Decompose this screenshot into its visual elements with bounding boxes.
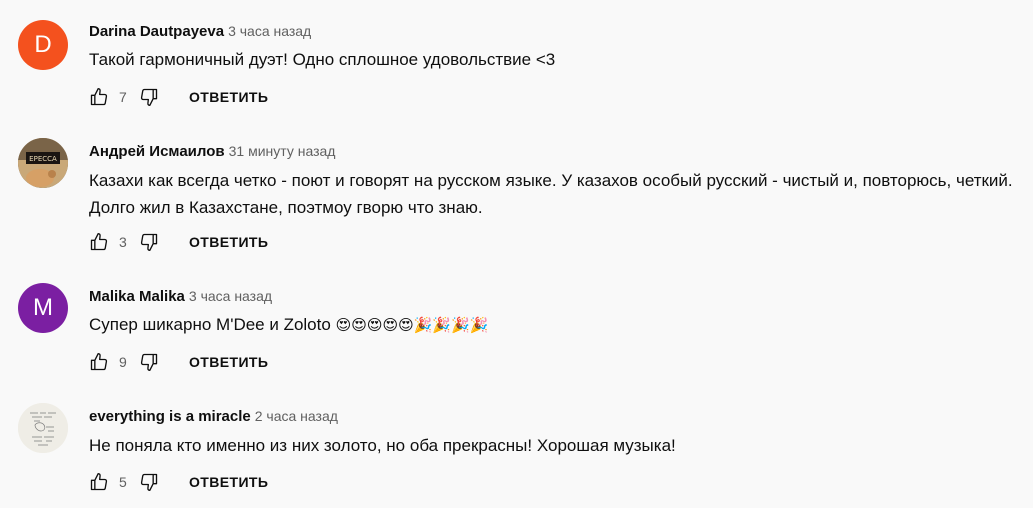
comment-author[interactable]: Malika Malika (89, 288, 185, 305)
comment-text: Такой гармоничный дуэт! Одно сплошное уд… (89, 50, 556, 69)
comment-actions: 3 ОТВЕТИТЬ (89, 231, 268, 253)
thumbs-up-icon[interactable] (89, 87, 109, 107)
avatar[interactable]: M (18, 283, 68, 333)
avatar-photo-label: ЕРЕССА (29, 155, 57, 163)
reply-button[interactable]: ОТВЕТИТЬ (189, 89, 268, 105)
comment-text-body: Супер шикарно M'Dee и Zoloto (89, 315, 331, 334)
thumbs-down-icon[interactable] (139, 472, 159, 492)
thumbs-up-icon[interactable] (89, 472, 109, 492)
comment-actions: 9 ОТВЕТИТЬ (89, 351, 268, 373)
comment-emojis: 😍😍😍😍😍🎉🎉🎉🎉 (335, 316, 489, 334)
comment-time[interactable]: 31 минуту назад (229, 143, 336, 159)
like-count: 9 (119, 354, 127, 370)
avatar-sketch (18, 403, 68, 453)
comment-author[interactable]: Андрей Исмаилов (89, 143, 225, 160)
thumbs-down-icon[interactable] (139, 232, 159, 252)
reply-button[interactable]: ОТВЕТИТЬ (189, 474, 268, 490)
avatar-letter: D (34, 31, 52, 58)
avatar-letter: M (33, 294, 53, 321)
comment-time[interactable]: 3 часа назад (228, 23, 311, 39)
comment-header: Malika Malika 3 часа назад (89, 286, 272, 306)
comment-author[interactable]: everything is a miracle (89, 408, 251, 425)
thumbs-up-icon[interactable] (89, 232, 109, 252)
comment-author[interactable]: Darina Dautpayeva (89, 23, 224, 40)
comment-actions: 5 ОТВЕТИТЬ (89, 471, 268, 493)
comment-time[interactable]: 3 часа назад (189, 288, 272, 304)
comment-text: Казахи как всегда четко - поют и говорят… (89, 171, 1013, 217)
avatar[interactable]: D (18, 20, 68, 70)
comment-text: Супер шикарно M'Dee и Zoloto 😍😍😍😍😍🎉🎉🎉🎉 (89, 311, 1019, 339)
comment-header: Андрей Исмаилов 31 минуту назад (89, 141, 335, 161)
thumbs-up-icon[interactable] (89, 352, 109, 372)
avatar[interactable] (18, 403, 68, 453)
comment-header: everything is a miracle 2 часа назад (89, 406, 338, 426)
comment-actions: 7 ОТВЕТИТЬ (89, 86, 268, 108)
like-count: 3 (119, 234, 127, 250)
like-count: 7 (119, 89, 127, 105)
avatar[interactable]: ЕРЕССА (18, 138, 68, 188)
reply-button[interactable]: ОТВЕТИТЬ (189, 234, 268, 250)
thumbs-down-icon[interactable] (139, 352, 159, 372)
comment-header: Darina Dautpayeva 3 часа назад (89, 21, 311, 41)
like-count: 5 (119, 474, 127, 490)
comment-text: Не поняла кто именно из них золото, но о… (89, 436, 676, 455)
avatar-photo: ЕРЕССА (18, 138, 68, 188)
thumbs-down-icon[interactable] (139, 87, 159, 107)
comment-time[interactable]: 2 часа назад (255, 408, 338, 424)
reply-button[interactable]: ОТВЕТИТЬ (189, 354, 268, 370)
